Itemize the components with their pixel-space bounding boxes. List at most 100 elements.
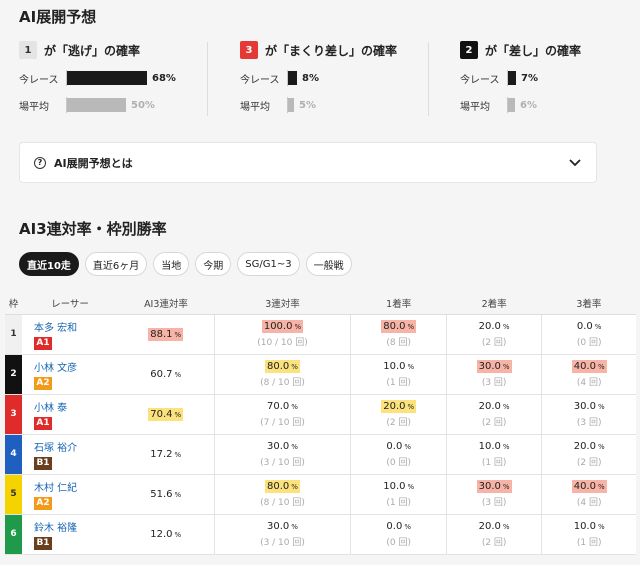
current-race-bar: [67, 71, 147, 85]
rate-number: 100.0: [263, 321, 293, 332]
frame-number: 1: [5, 314, 22, 355]
venue-average-bar: [288, 98, 294, 112]
current-race-value: 8%: [302, 72, 319, 84]
ai-rate-value: 88.1%: [148, 327, 184, 341]
ai-prediction-info-accordion[interactable]: ? AI展開予想とは: [19, 142, 597, 183]
percent-unit: %: [174, 370, 182, 379]
rate-number: 30.0: [267, 521, 290, 532]
probability-title: が「まくり差し」の確率: [265, 43, 398, 58]
filter-general[interactable]: 一般戦: [305, 252, 352, 276]
accordion-label: AI展開予想とは: [54, 156, 133, 170]
rate-value: 70.0%: [265, 400, 300, 413]
percent-unit: %: [502, 523, 510, 531]
venue-average-bar-row: 場平均 6%: [460, 97, 537, 113]
rate-number: 70.0: [267, 401, 290, 412]
ai-rate-number: 60.7: [150, 368, 173, 380]
racer-name-link[interactable]: 小林 泰: [34, 399, 118, 414]
racer-class-badge: A1: [34, 336, 52, 350]
racer-cell: 鈴木 裕隆 B1: [22, 514, 118, 555]
probability-header: 3 が「まくり差し」の確率: [240, 40, 420, 60]
rate-number: 0.0: [576, 321, 593, 332]
filter-recent-10[interactable]: 直近10走: [19, 252, 79, 276]
rate-cell: 20.0% (2 回): [445, 394, 542, 435]
rate-number: 80.0: [267, 481, 290, 492]
rate-value: 20.0%: [477, 400, 512, 413]
rate-count: (2 回): [576, 458, 602, 468]
table-row: 3 小林 泰 A1 70.4% 70.0% (7 / 10 回) 20.0% (…: [5, 394, 636, 435]
rate-value: 10.0%: [381, 480, 416, 493]
rate-count: (1 回): [576, 538, 602, 548]
rate-number: 20.0: [573, 441, 596, 452]
racer-name-link[interactable]: 木村 仁紀: [34, 479, 118, 494]
rate-count: (1 回): [386, 498, 411, 508]
col-3rd-rate: 3着率: [541, 292, 636, 315]
rate-cell: 0.0% (0 回): [350, 514, 447, 555]
rate-value: 10.0%: [381, 360, 416, 373]
racer-name-link[interactable]: 本多 宏和: [34, 319, 118, 334]
rate-number: 20.0: [383, 401, 406, 412]
rate-count: (0 回): [576, 338, 602, 348]
current-race-bar: [508, 71, 516, 85]
ai-rate-value: 51.6%: [148, 488, 183, 501]
percent-unit: %: [407, 363, 415, 371]
percent-unit: %: [404, 443, 411, 451]
ai-rate-number: 12.0: [150, 528, 173, 540]
percent-unit: %: [597, 403, 605, 411]
rate-count: (2 回): [481, 338, 507, 348]
racer-name-link[interactable]: 鈴木 裕隆: [34, 519, 118, 534]
filter-sg-g1-3[interactable]: SG/G1~3: [237, 252, 300, 276]
rate-count: (4 回): [576, 378, 602, 388]
rate-count: (3 回): [481, 498, 507, 508]
venue-average-value: 6%: [520, 99, 537, 111]
percent-unit: %: [502, 443, 510, 451]
percent-unit: %: [291, 443, 298, 451]
col-top3-rate: 3連対率: [214, 292, 351, 315]
racer-cell: 小林 文彦 A2: [22, 354, 118, 395]
frame-number: 2: [5, 354, 22, 395]
racer-name-link[interactable]: 小林 文彦: [34, 359, 118, 374]
rate-cell: 70.0% (7 / 10 回): [213, 394, 351, 435]
rate-cell: 10.0% (1 回): [350, 354, 447, 395]
racer-class-badge: B1: [34, 536, 52, 550]
rate-value: 40.0%: [571, 480, 607, 493]
rate-count: (8 / 10 回): [260, 378, 305, 388]
rate-value: 20.0%: [477, 520, 512, 533]
rate-cell: 20.0% (2 回): [445, 314, 542, 355]
rate-cell: 0.0% (0 回): [350, 434, 447, 475]
percent-unit: %: [291, 363, 298, 371]
filter-recent-6-months[interactable]: 直近6ヶ月: [84, 252, 148, 276]
filter-this-term[interactable]: 今期: [195, 252, 232, 276]
percent-unit: %: [291, 403, 298, 411]
racer-cell: 木村 仁紀 A2: [22, 474, 118, 515]
filter-local[interactable]: 当地: [153, 252, 190, 276]
divider: [207, 42, 208, 116]
rate-cell: 80.0% (8 / 10 回): [213, 354, 351, 395]
chevron-down-icon[interactable]: [568, 155, 582, 169]
rate-count: (2 回): [481, 418, 507, 428]
ai-rate-number: 70.4: [150, 408, 173, 420]
probability-title: が「逃げ」の確率: [44, 43, 141, 58]
frame-number: 3: [5, 394, 22, 435]
racer-class-badge: B1: [34, 456, 52, 470]
rate-count: (8 回): [386, 338, 411, 348]
frame-badge: 3: [240, 41, 258, 59]
table-row: 6 鈴木 裕隆 B1 12.0% 30.0% (3 / 10 回) 0.0% (…: [5, 514, 636, 555]
venue-average-bar-row: 場平均 5%: [240, 97, 316, 113]
rate-value: 30.0%: [476, 480, 512, 493]
percent-unit: %: [597, 483, 605, 491]
rate-count: (4 回): [576, 498, 602, 508]
col-1st-rate: 1着率: [350, 292, 447, 315]
ai-rate-cell: 17.2%: [118, 434, 214, 475]
rate-number: 40.0: [573, 481, 596, 492]
ai-rate-cell: 60.7%: [118, 354, 214, 395]
rate-value: 0.0%: [384, 520, 413, 533]
percent-unit: %: [291, 523, 298, 531]
rate-cell: 0.0% (0 回): [541, 314, 636, 355]
rate-count: (3 回): [576, 418, 602, 428]
percent-unit: %: [597, 363, 605, 371]
ai-rate-cell: 12.0%: [118, 514, 214, 555]
rate-value: 80.0%: [265, 360, 300, 373]
racer-name-link[interactable]: 石塚 裕介: [34, 439, 118, 454]
rate-value: 20.0%: [477, 320, 512, 333]
rate-number: 10.0: [383, 481, 406, 492]
